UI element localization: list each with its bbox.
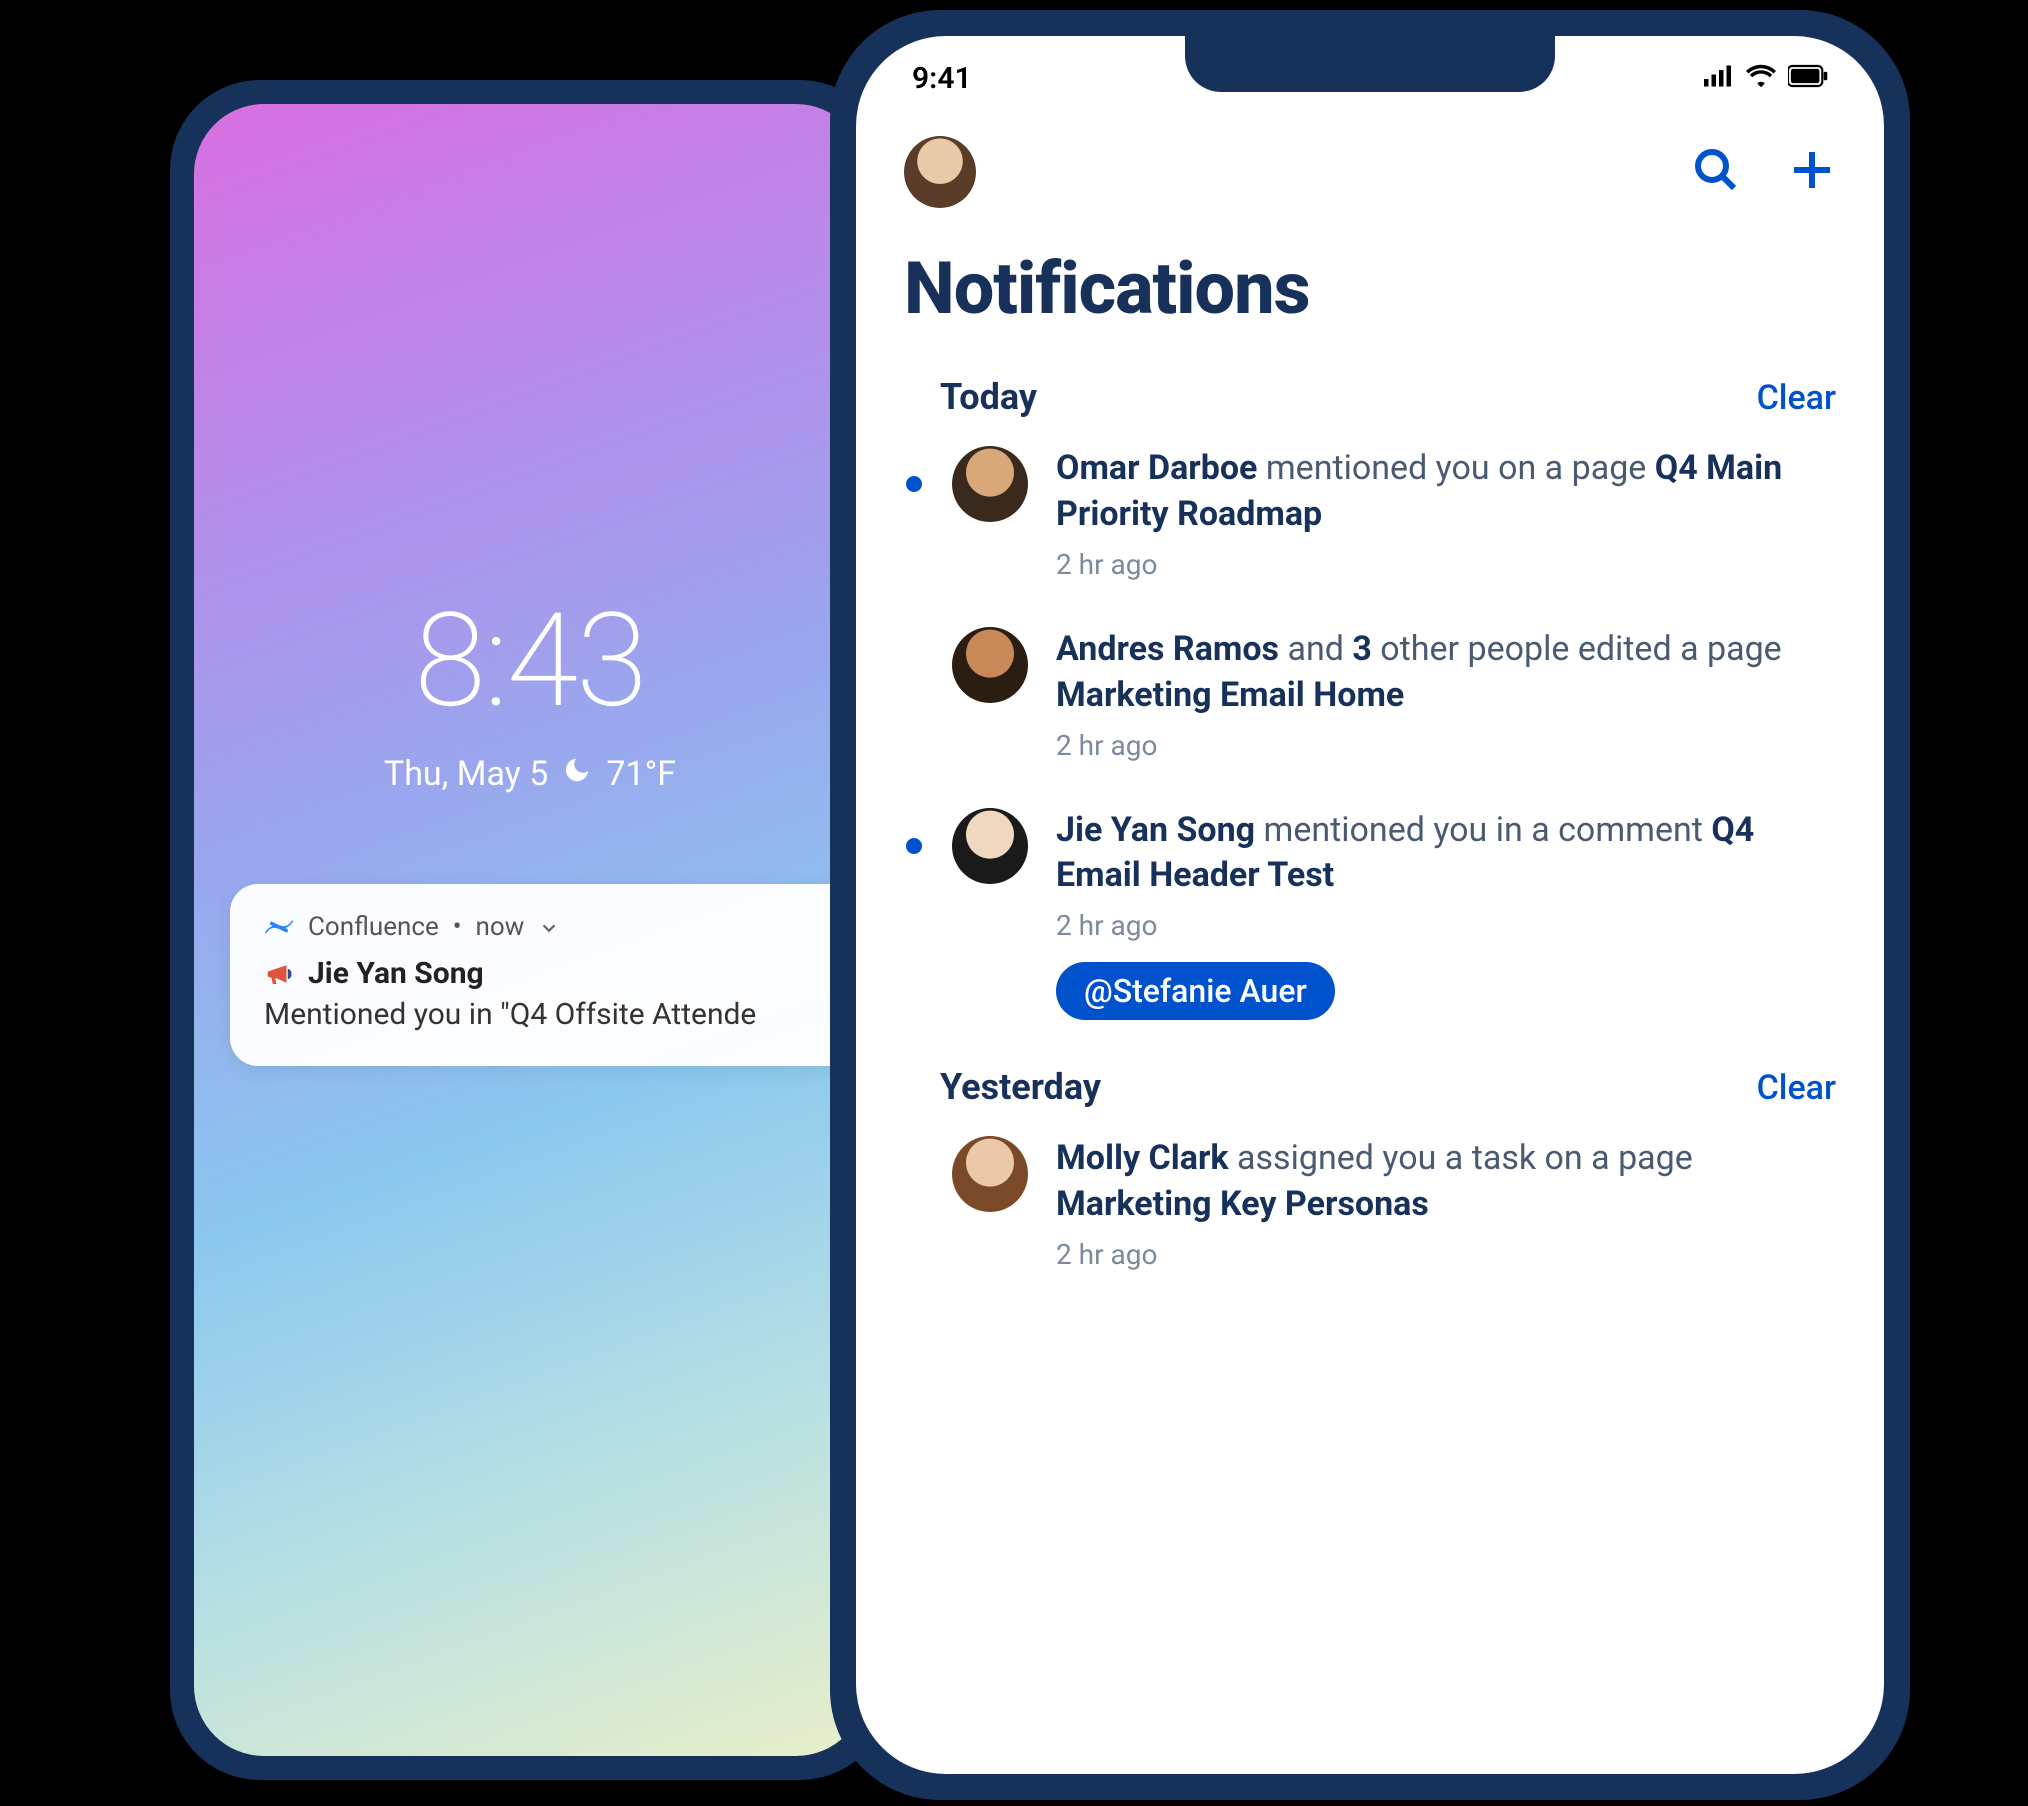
unread-indicator — [906, 838, 922, 854]
megaphone-icon — [264, 959, 294, 989]
actor-name: Andres Ramos — [1056, 629, 1279, 669]
notification-text: Jie Yan Song mentioned you in a comment … — [1056, 808, 1836, 900]
mention-chip[interactable]: @Stefanie Auer — [1056, 962, 1335, 1020]
notifications-list[interactable]: Today Clear Omar Darboe mentioned you on… — [856, 376, 1884, 1774]
clear-button[interactable]: Clear — [1757, 1068, 1836, 1108]
notification-time: 2 hr ago — [1056, 909, 1836, 942]
moon-icon — [562, 754, 592, 794]
section-header-today: Today Clear — [940, 376, 1836, 418]
cellular-icon — [1704, 61, 1734, 96]
chevron-down-icon[interactable] — [538, 916, 560, 938]
notification-verb: and — [1279, 629, 1352, 669]
lockscreen-notification-header: Confluence • now — [264, 912, 832, 942]
section-title: Today — [940, 376, 1037, 418]
status-time: 9:41 — [912, 61, 972, 96]
lockscreen-time: 8:43 — [194, 584, 866, 737]
actor-name: Jie Yan Song — [1056, 810, 1255, 850]
clear-button[interactable]: Clear — [1757, 378, 1836, 418]
avatar[interactable] — [952, 1136, 1028, 1212]
object-name: Marketing Key Personas — [1056, 1184, 1429, 1224]
notification-item[interactable]: Andres Ramos and 3 other people edited a… — [904, 627, 1836, 762]
avatar[interactable] — [952, 446, 1028, 522]
app-screen: 9:41 — [856, 36, 1884, 1774]
dot-separator: • — [453, 912, 462, 942]
battery-icon — [1788, 61, 1828, 96]
unread-indicator — [906, 476, 922, 492]
lockscreen-phone-frame: 8:43 Thu, May 5 71°F Confluence • now — [170, 80, 890, 1780]
lockscreen-notification-when: now — [476, 912, 525, 942]
lockscreen-notification-title-row: Jie Yan Song — [264, 956, 832, 991]
search-button[interactable] — [1692, 146, 1740, 198]
notification-text: Molly Clark assigned you a task on a pag… — [1056, 1136, 1836, 1228]
avatar[interactable] — [952, 627, 1028, 703]
notification-text: Andres Ramos and 3 other people edited a… — [1056, 627, 1836, 719]
notification-verb: mentioned you in a comment — [1255, 810, 1711, 850]
notification-verb: mentioned you on a page — [1257, 448, 1654, 488]
notification-item[interactable]: Omar Darboe mentioned you on a page Q4 M… — [904, 446, 1836, 581]
app-phone-frame: 9:41 — [830, 10, 1910, 1800]
lockscreen-temp: 71°F — [606, 754, 676, 794]
lockscreen: 8:43 Thu, May 5 71°F Confluence • now — [194, 104, 866, 1756]
lockscreen-date: Thu, May 5 — [384, 754, 548, 794]
actor-name: Omar Darboe — [1056, 448, 1257, 488]
phone-notch — [1185, 36, 1555, 92]
object-name: Marketing Email Home — [1056, 675, 1404, 715]
profile-avatar[interactable] — [904, 136, 976, 208]
status-indicators — [1704, 61, 1828, 96]
notification-item[interactable]: Molly Clark assigned you a task on a pag… — [904, 1136, 1836, 1271]
lockscreen-notification-card[interactable]: Confluence • now Jie Yan Song Mentioned … — [230, 884, 866, 1066]
section-title: Yesterday — [940, 1066, 1101, 1108]
add-button[interactable] — [1788, 146, 1836, 198]
lockscreen-date-row: Thu, May 5 71°F — [194, 754, 866, 794]
lockscreen-notification-sender: Jie Yan Song — [308, 956, 484, 991]
actor-count: 3 — [1352, 629, 1372, 669]
avatar[interactable] — [952, 808, 1028, 884]
notification-text: Omar Darboe mentioned you on a page Q4 M… — [1056, 446, 1836, 538]
app-header — [856, 136, 1884, 208]
notification-verb: assigned you a task on a page — [1229, 1138, 1693, 1178]
lockscreen-notification-body: Mentioned you in "Q4 Offsite Attende — [264, 997, 832, 1032]
notification-verb: other people edited a page — [1372, 629, 1782, 669]
wifi-icon — [1746, 61, 1776, 96]
confluence-icon — [264, 912, 294, 942]
notification-item[interactable]: Jie Yan Song mentioned you in a comment … — [904, 808, 1836, 1021]
lockscreen-notification-app: Confluence — [308, 912, 439, 942]
section-header-yesterday: Yesterday Clear — [940, 1066, 1836, 1108]
notification-time: 2 hr ago — [1056, 548, 1836, 581]
notification-time: 2 hr ago — [1056, 1238, 1836, 1271]
notification-time: 2 hr ago — [1056, 729, 1836, 762]
page-title: Notifications — [904, 246, 1310, 331]
actor-name: Molly Clark — [1056, 1138, 1229, 1178]
